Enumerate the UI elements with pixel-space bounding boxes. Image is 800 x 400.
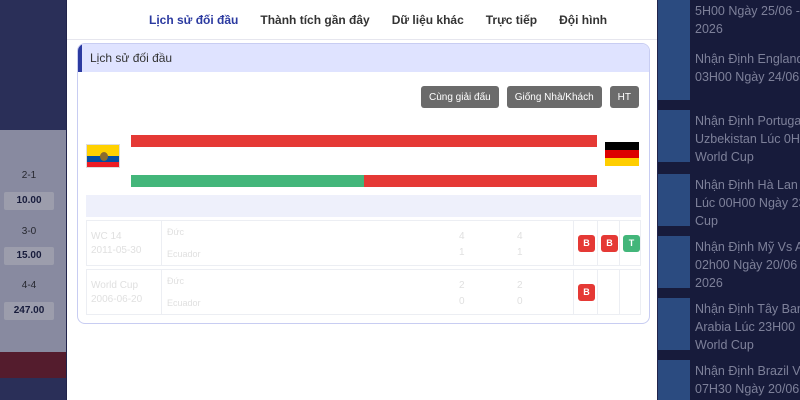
ht-score-home: 4 (517, 231, 523, 242)
same-league-filter-button[interactable]: Cùng giải đấu (420, 86, 499, 108)
result-ratio-fill (131, 175, 364, 187)
h2h-table: WC 14 2011-05-30 Đức Ecuador 4 1 4 1 B B… (86, 195, 641, 315)
tab-lineup[interactable]: Đội hình (559, 13, 607, 27)
away-team: Ecuador (167, 249, 201, 259)
result-badge: B (578, 284, 595, 301)
match-date: 2006-06-20 (91, 294, 143, 305)
germany-flag-icon (605, 142, 639, 166)
ecuador-flag-icon (86, 144, 120, 168)
result-badge: B (578, 235, 595, 252)
ht-score-away: 1 (517, 247, 523, 258)
match-date: 2011-05-30 (91, 245, 142, 256)
home-team: Đức (167, 227, 185, 237)
tab-live[interactable]: Trực tiếp (486, 13, 537, 27)
tab-recent-form[interactable]: Thành tích gần đây (260, 13, 369, 27)
table-header (86, 195, 641, 217)
ht-score-home: 2 (517, 280, 523, 291)
ht-score-away: 0 (517, 296, 523, 307)
match-detail-modal: Lịch sử đối đầu Thành tích gần đây Dữ li… (67, 0, 657, 400)
tab-head-to-head[interactable]: Lịch sử đối đầu (149, 13, 238, 27)
home-team: Đức (167, 276, 185, 286)
filter-group: Cùng giải đấu Giống Nhà/Khách HT (413, 86, 639, 108)
score-away: 1 (459, 247, 465, 258)
tab-other-data[interactable]: Dữ liệu khác (392, 13, 464, 27)
comparison-bar (131, 135, 597, 147)
result-badge: T (623, 235, 640, 252)
table-row[interactable]: World Cup 2006-06-20 Đức Ecuador 2 0 2 0… (86, 269, 641, 315)
away-team: Ecuador (167, 298, 201, 308)
score-home: 4 (459, 231, 465, 242)
tab-bar: Lịch sử đối đầu Thành tích gần đây Dữ li… (67, 0, 657, 40)
score-away: 0 (459, 296, 465, 307)
half-time-filter-button[interactable]: HT (609, 86, 639, 108)
result-ratio-bar (131, 175, 597, 187)
league-name: World Cup (91, 280, 139, 291)
panel-title: Lịch sử đối đầu (78, 44, 649, 72)
score-home: 2 (459, 280, 465, 291)
result-badge: B (601, 235, 618, 252)
head-to-head-panel: Lịch sử đối đầu Cùng giải đấu Giống Nhà/… (77, 43, 650, 324)
table-row[interactable]: WC 14 2011-05-30 Đức Ecuador 4 1 4 1 B B… (86, 220, 641, 266)
same-home-away-filter-button[interactable]: Giống Nhà/Khách (506, 86, 602, 108)
league-name: WC 14 (91, 231, 122, 242)
